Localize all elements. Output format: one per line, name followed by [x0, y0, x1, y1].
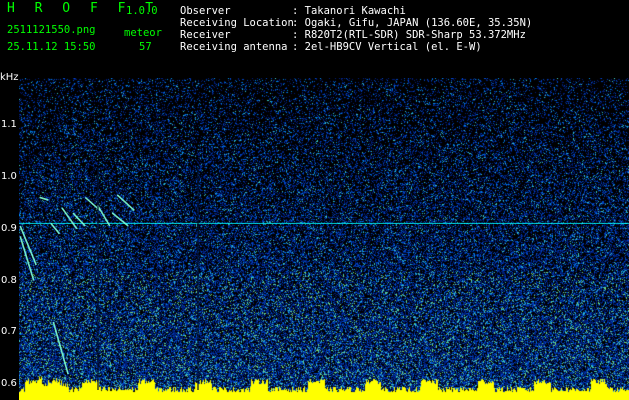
meteor-label: meteor: [124, 27, 162, 39]
meteor-trace: [116, 194, 135, 212]
y-axis-label: kHz: [0, 72, 19, 83]
meteor-trace: [72, 212, 86, 227]
y-tick-label: 1.1: [1, 118, 17, 130]
info-label-location: Receiving Location: [180, 17, 294, 29]
info-value-location: : Ogaki, Gifu, JAPAN (136.60E, 35.35N): [292, 17, 533, 29]
spectrogram-overlay: [19, 168, 629, 390]
vertical-band: [97, 168, 99, 390]
info-value-observer: : Takanori Kawachi: [292, 5, 406, 17]
spectrogram-plot: [19, 78, 629, 400]
meteor-trace: [52, 321, 69, 375]
meteor-count: 57: [139, 41, 152, 53]
meteor-trace: [50, 222, 61, 235]
app-version: 1.0.0: [126, 5, 158, 17]
header-panel: H R O F F T 1.0.0 2511121550.png 25.11.1…: [0, 0, 629, 78]
info-label-observer: Observer: [180, 5, 231, 17]
info-label-antenna: Receiving antenna: [180, 41, 288, 53]
info-label-receiver: Receiver: [180, 29, 231, 41]
image-filename: 2511121550.png: [7, 24, 96, 36]
y-tick-label: 0.6: [1, 378, 17, 390]
y-tick-label: 1.0: [1, 170, 17, 182]
info-value-antenna: : 2el-HB9CV Vertical (el. E-W): [292, 41, 482, 53]
meteor-trace: [61, 207, 78, 230]
y-tick-label: 0.8: [1, 274, 17, 286]
meteor-trace: [39, 196, 49, 201]
info-value-receiver: : R820T2(RTL-SDR) SDR-Sharp 53.372MHz: [292, 29, 526, 41]
y-tick-label: 0.9: [1, 222, 17, 234]
meteor-trace: [111, 212, 129, 227]
y-tick-label: 0.7: [1, 326, 17, 338]
meteor-trace: [96, 204, 111, 227]
vertical-band: [197, 168, 199, 390]
image-timestamp: 25.11.12 15:50: [7, 41, 96, 53]
